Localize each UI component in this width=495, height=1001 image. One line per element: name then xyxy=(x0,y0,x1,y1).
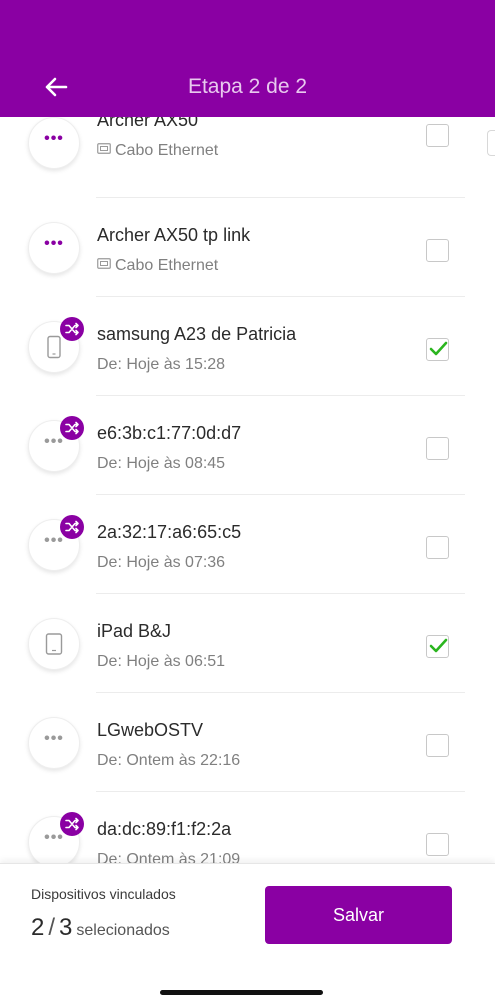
more-dots-icon: ••• xyxy=(44,235,64,252)
row-divider xyxy=(96,395,465,396)
device-checkbox[interactable] xyxy=(426,239,449,262)
row-divider xyxy=(96,593,465,594)
device-row[interactable]: ••• Archer AX50 Cabo Ethernet xyxy=(0,117,495,198)
checkmark-icon xyxy=(429,341,448,356)
more-dots-icon: ••• xyxy=(44,130,64,147)
tablet-icon xyxy=(45,633,63,655)
device-name: 2a:32:17:a6:65:c5 xyxy=(97,522,242,542)
app-header: Etapa 2 de 2 xyxy=(0,0,495,117)
home-indicator xyxy=(160,990,323,995)
row-divider xyxy=(96,296,465,297)
shuffle-icon xyxy=(65,322,79,336)
device-checkbox[interactable] xyxy=(426,338,449,361)
device-avatar: ••• xyxy=(28,717,80,769)
shuffle-badge xyxy=(60,416,84,440)
device-checkbox[interactable] xyxy=(426,734,449,757)
shuffle-icon xyxy=(65,421,79,435)
selected-suffix: selecionados xyxy=(76,922,170,939)
device-checkbox[interactable] xyxy=(426,833,449,856)
device-subtitle: De: Hoje às 15:28 xyxy=(97,356,226,373)
count-separator: / xyxy=(48,914,56,941)
device-row[interactable]: ••• e6:3b:c1:77:0d:d7 De: Hoje às 08:45 xyxy=(0,397,495,495)
row-divider xyxy=(96,494,465,495)
scroll-edge-indicator xyxy=(487,130,495,156)
row-divider xyxy=(96,692,465,693)
device-checkbox[interactable] xyxy=(426,437,449,460)
selection-count: 2/3 selecionados xyxy=(31,914,170,942)
smartphone-icon xyxy=(47,335,61,359)
shuffle-icon xyxy=(65,520,79,534)
device-row[interactable]: ••• LGwebOSTV De: Ontem às 22:16 xyxy=(0,694,495,792)
ethernet-icon xyxy=(97,143,111,155)
device-name: Archer AX50 xyxy=(97,117,199,130)
row-divider xyxy=(96,197,465,198)
selected-count: 2 xyxy=(31,914,45,941)
device-subtitle: De: Hoje às 08:45 xyxy=(97,455,226,472)
device-avatar: ••• xyxy=(28,117,80,169)
checkmark-icon xyxy=(429,638,448,653)
device-subtitle: Cabo Ethernet xyxy=(97,141,218,161)
device-subtitle-text: Cabo Ethernet xyxy=(115,257,219,274)
device-name: iPad B&J xyxy=(97,621,172,641)
device-row[interactable]: ••• Archer AX50 tp link Cabo Ethernet xyxy=(0,199,495,297)
linked-devices-label: Dispositivos vinculados xyxy=(31,886,176,902)
device-checkbox[interactable] xyxy=(426,536,449,559)
shuffle-badge xyxy=(60,317,84,341)
device-subtitle: Cabo Ethernet xyxy=(97,256,218,276)
device-name: e6:3b:c1:77:0d:d7 xyxy=(97,423,242,443)
device-subtitle: De: Hoje às 06:51 xyxy=(97,653,226,670)
device-row[interactable]: ••• 2a:32:17:a6:65:c5 De: Hoje às 07:36 xyxy=(0,496,495,594)
device-subtitle: De: Hoje às 07:36 xyxy=(97,554,226,571)
device-row[interactable]: iPad B&J De: Hoje às 06:51 xyxy=(0,595,495,693)
device-name: LGwebOSTV xyxy=(97,720,204,740)
device-name: samsung A23 de Patricia xyxy=(97,324,297,344)
device-checkbox[interactable] xyxy=(426,124,449,147)
row-divider xyxy=(96,791,465,792)
device-avatar xyxy=(28,618,80,670)
device-list[interactable]: ••• Archer AX50 Cabo Ethernet ••• Archer… xyxy=(0,117,495,863)
device-name: da:dc:89:f1:f2:2a xyxy=(97,819,232,839)
shuffle-badge xyxy=(60,812,84,836)
device-subtitle: De: Ontem às 21:09 xyxy=(97,851,241,863)
ethernet-icon xyxy=(97,258,111,270)
selection-footer: Dispositivos vinculados 2/3 selecionados … xyxy=(0,863,495,1001)
more-dots-icon: ••• xyxy=(44,730,64,747)
shuffle-icon xyxy=(65,817,79,831)
device-checkbox[interactable] xyxy=(426,635,449,658)
device-subtitle: De: Ontem às 22:16 xyxy=(97,752,241,769)
shuffle-badge xyxy=(60,515,84,539)
device-subtitle-text: Cabo Ethernet xyxy=(115,142,219,159)
device-name: Archer AX50 tp link xyxy=(97,225,251,245)
page-title: Etapa 2 de 2 xyxy=(187,75,308,98)
save-button[interactable]: Salvar xyxy=(265,886,452,944)
total-count: 3 xyxy=(59,914,73,941)
device-row[interactable]: samsung A23 de Patricia De: Hoje às 15:2… xyxy=(0,298,495,396)
device-row[interactable]: ••• da:dc:89:f1:f2:2a De: Ontem às 21:09 xyxy=(0,793,495,863)
device-avatar: ••• xyxy=(28,222,80,274)
